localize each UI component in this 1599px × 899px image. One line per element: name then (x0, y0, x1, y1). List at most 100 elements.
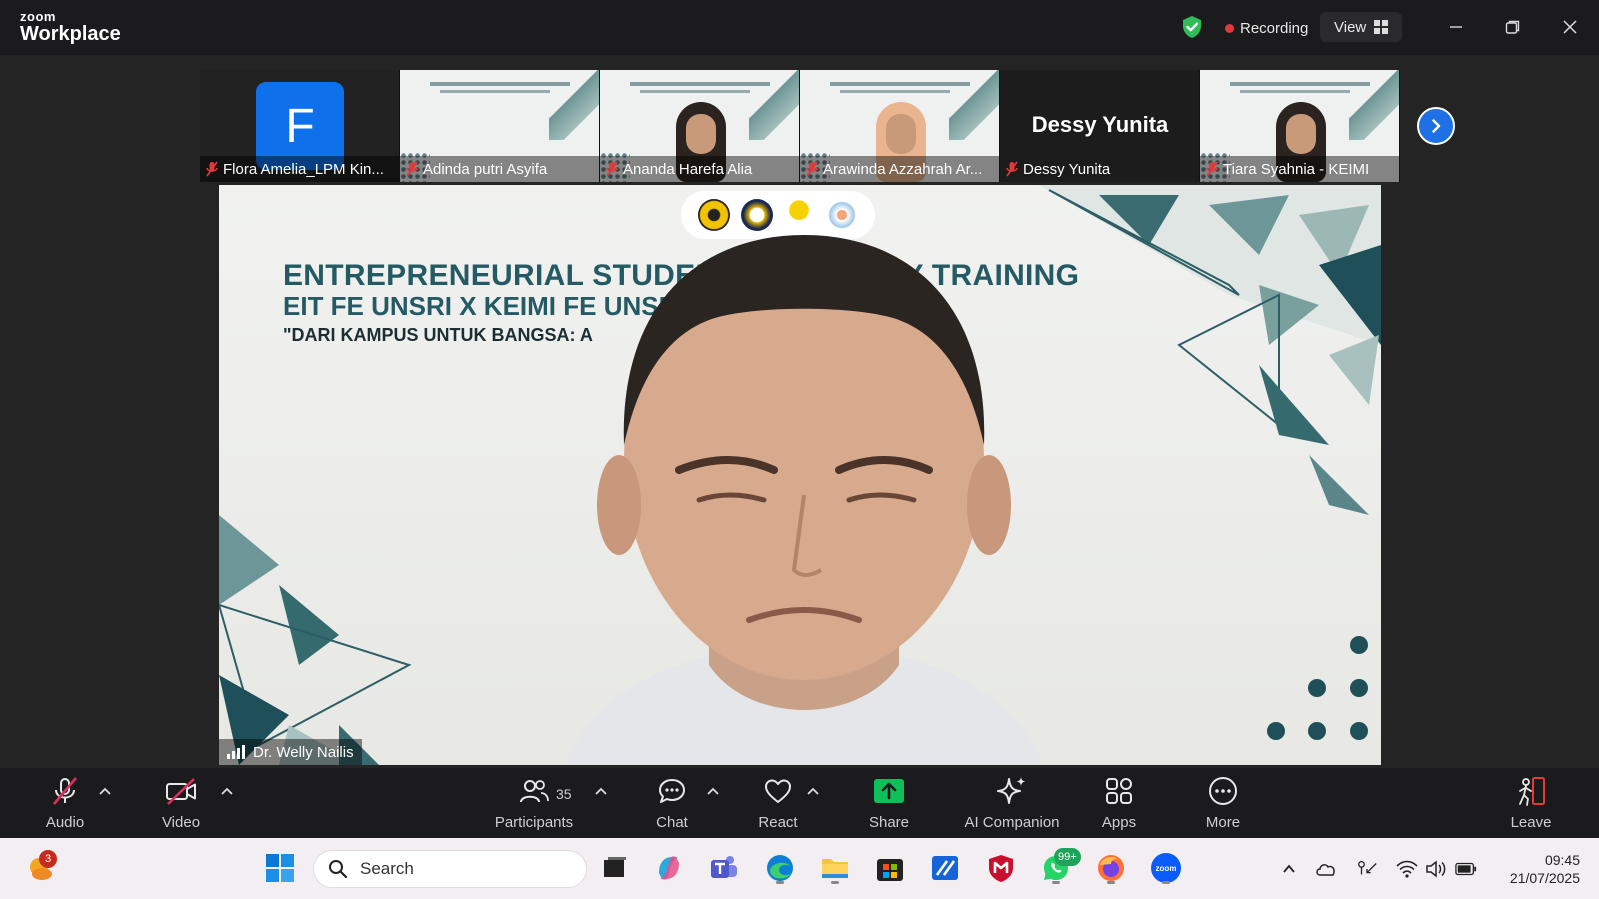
heart-react-icon (765, 779, 791, 803)
participants-options-caret-icon[interactable] (594, 786, 608, 796)
firefox-icon (1098, 855, 1124, 881)
slide-miniature-subtitle (440, 90, 550, 93)
zoom-app[interactable]: zoom (1148, 850, 1184, 886)
speaker-volume-icon (1426, 860, 1446, 878)
wifi-icon (1396, 860, 1418, 878)
running-indicator (1162, 881, 1170, 884)
folder-icon (822, 859, 848, 878)
recording-indicator[interactable]: Recording (1215, 14, 1318, 42)
running-indicator (776, 881, 784, 884)
ai-companion-button[interactable]: AI Companion (962, 774, 1062, 831)
react-button[interactable]: React (730, 774, 826, 831)
minimize-icon (1450, 26, 1462, 28)
view-button[interactable]: View (1320, 12, 1403, 42)
pen-app[interactable] (927, 850, 963, 886)
zoom-workplace-logo: zoom Workplace (20, 10, 121, 44)
audio-button[interactable]: Audio (17, 774, 113, 831)
chat-button[interactable]: Chat (624, 774, 720, 831)
share-label: Share (868, 814, 910, 831)
logo-zoom-text: zoom (20, 9, 56, 24)
recording-dot-icon (1225, 23, 1234, 33)
task-view-button[interactable] (597, 850, 633, 886)
participant-tile[interactable]: Arawinda Azzahrah Ar... (800, 70, 1000, 182)
muted-mic-icon (1206, 161, 1218, 177)
participant-tile[interactable]: F Flora Amelia_LPM Kin... (200, 70, 400, 182)
location-tray[interactable] (1356, 858, 1378, 880)
recording-label: Recording (1240, 19, 1309, 37)
participant-tile[interactable]: Dessy Yunita Dessy Yunita (1000, 70, 1200, 182)
title-bar: zoom Workplace Recording View (0, 0, 1599, 55)
participant-video-face (686, 114, 716, 154)
more-options-icon (1209, 777, 1237, 805)
participant-tile[interactable]: Tiara Syahnia - KEIMI (1200, 70, 1400, 182)
participants-button[interactable]: Participants (486, 774, 582, 831)
whatsapp-unread-badge: 99+ (1054, 848, 1081, 866)
speaker-video-figure (565, 235, 1043, 765)
running-indicator (1052, 881, 1060, 884)
mcafee-app[interactable] (983, 850, 1019, 886)
pen-location-icon (1358, 861, 1377, 875)
participant-name-label: Adinda putri Asyifa (400, 156, 599, 182)
participant-name-label: Ananda Harefa Alia (600, 156, 799, 182)
copilot-app[interactable] (651, 850, 687, 886)
volume-tray[interactable] (1425, 858, 1447, 880)
speaker-name: Dr. Welly Nailis (253, 743, 354, 761)
search-placeholder: Search (360, 859, 414, 878)
teams-app[interactable] (706, 850, 742, 886)
muted-mic-icon (606, 161, 618, 177)
slide-miniature-subtitle (840, 90, 950, 93)
slide-title-line3: "DARI KAMPUS UNTUK BANGSA: A (283, 325, 593, 345)
audio-options-caret-icon[interactable] (98, 786, 112, 796)
file-explorer-app[interactable] (817, 850, 853, 886)
share-button[interactable]: Share (841, 774, 937, 831)
logo-workplace-text: Workplace (20, 23, 121, 45)
firefox-app[interactable] (1093, 850, 1129, 886)
participants-label: Participants (494, 814, 574, 831)
running-indicator (831, 881, 839, 884)
copilot-icon (659, 856, 679, 880)
show-hidden-icons-button[interactable] (1278, 858, 1300, 880)
task-view-icon (604, 857, 626, 877)
more-button[interactable]: More (1175, 774, 1271, 831)
clock-date: 21/07/2025 (1509, 870, 1580, 886)
meeting-toolbar: Audio Video Participants 35 Chat React S… (0, 768, 1599, 838)
microsoft-store-app[interactable] (872, 850, 908, 886)
apps-button[interactable]: Apps (1071, 774, 1167, 831)
edge-browser-app[interactable] (762, 850, 798, 886)
ai-companion-label: AI Companion (964, 814, 1060, 831)
active-speaker-video[interactable]: ENTREPRENEURIAL STUDENT CREATIVITY TRAIN… (219, 185, 1381, 765)
close-button[interactable] (1550, 12, 1590, 42)
participant-thumbnail-strip: F Flora Amelia_LPM Kin... Adinda putri A… (200, 70, 1400, 182)
apps-icon (1106, 778, 1132, 804)
muted-mic-icon (53, 777, 77, 805)
wifi-tray[interactable] (1396, 858, 1418, 880)
video-button[interactable]: Video (133, 774, 229, 831)
battery-tray[interactable] (1455, 858, 1477, 880)
next-page-button[interactable] (1417, 107, 1455, 145)
react-options-caret-icon[interactable] (806, 786, 820, 796)
participant-video-face (1286, 114, 1316, 154)
slide-decoration (1349, 70, 1399, 140)
chat-label: Chat (656, 814, 688, 831)
search-icon (329, 860, 348, 879)
participant-name-label: Dessy Yunita (1000, 156, 1199, 182)
muted-mic-icon (806, 161, 818, 177)
chat-options-caret-icon[interactable] (706, 786, 720, 796)
participant-tile[interactable]: Ananda Harefa Alia (600, 70, 800, 182)
muted-mic-icon (1006, 161, 1018, 177)
react-label: React (758, 814, 798, 831)
slide-miniature-subtitle (640, 90, 750, 93)
taskbar-clock[interactable]: 09:45 21/07/2025 (1496, 851, 1580, 887)
leave-button[interactable]: Leave (1491, 774, 1571, 831)
audio-label: Audio (45, 814, 85, 831)
taskbar-search-box[interactable]: Search (313, 850, 587, 888)
onedrive-tray[interactable] (1315, 858, 1337, 880)
video-options-caret-icon[interactable] (220, 786, 234, 796)
close-icon (1563, 20, 1577, 34)
participant-tile[interactable]: Adinda putri Asyifa (400, 70, 600, 182)
start-button[interactable] (262, 850, 298, 886)
encryption-shield-icon[interactable] (1181, 15, 1203, 39)
minimize-button[interactable] (1436, 12, 1476, 42)
ai-sparkle-icon (997, 777, 1026, 804)
restore-button[interactable] (1493, 12, 1533, 42)
